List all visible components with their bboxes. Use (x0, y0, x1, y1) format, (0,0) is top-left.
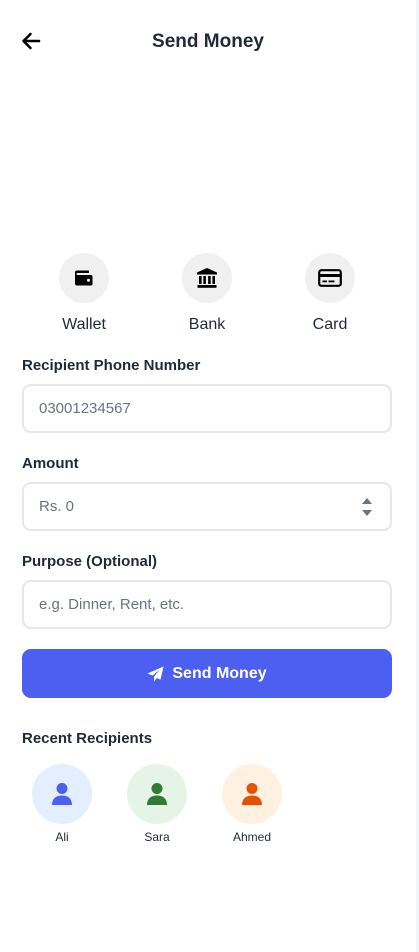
amount-label: Amount (22, 455, 79, 472)
credit-card-icon (318, 269, 342, 287)
purpose-input[interactable] (22, 580, 392, 629)
method-card[interactable]: Card (280, 253, 380, 334)
method-wallet-circle (59, 253, 109, 303)
recipient-sara[interactable]: Sara (127, 764, 187, 844)
recipient-ali[interactable]: Ali (32, 764, 92, 844)
method-wallet[interactable]: Wallet (34, 253, 134, 334)
method-card-circle (305, 253, 355, 303)
method-card-label: Card (312, 316, 348, 333)
recipient-name: Sara (144, 830, 170, 844)
recipient-name: Ahmed (232, 830, 272, 844)
method-bank[interactable]: Bank (157, 253, 257, 334)
avatar (222, 764, 282, 824)
wallet-icon (75, 270, 93, 286)
recipient-ahmed[interactable]: Ahmed (222, 764, 282, 844)
avatar (127, 764, 187, 824)
page-title: Send Money (152, 31, 264, 52)
user-icon (242, 783, 262, 805)
recipient-name: Ali (55, 830, 69, 844)
method-bank-label: Bank (188, 316, 226, 333)
send-money-button[interactable]: Send Money (22, 649, 392, 698)
payment-methods: Wallet Bank Card (22, 253, 392, 343)
amount-input[interactable] (22, 482, 392, 531)
header: Send Money (0, 0, 416, 84)
recent-recipients-title: Recent Recipients (22, 730, 153, 747)
send-money-label: Send Money (172, 664, 267, 682)
paper-plane-icon (147, 666, 164, 681)
method-bank-circle (182, 253, 232, 303)
user-icon (52, 783, 72, 805)
phone-input[interactable] (22, 384, 392, 433)
avatar (32, 764, 92, 824)
purpose-label: Purpose (Optional) (22, 553, 157, 570)
bank-icon (197, 268, 217, 288)
method-wallet-label: Wallet (62, 316, 106, 333)
phone-label: Recipient Phone Number (22, 357, 201, 374)
user-icon (147, 783, 167, 805)
